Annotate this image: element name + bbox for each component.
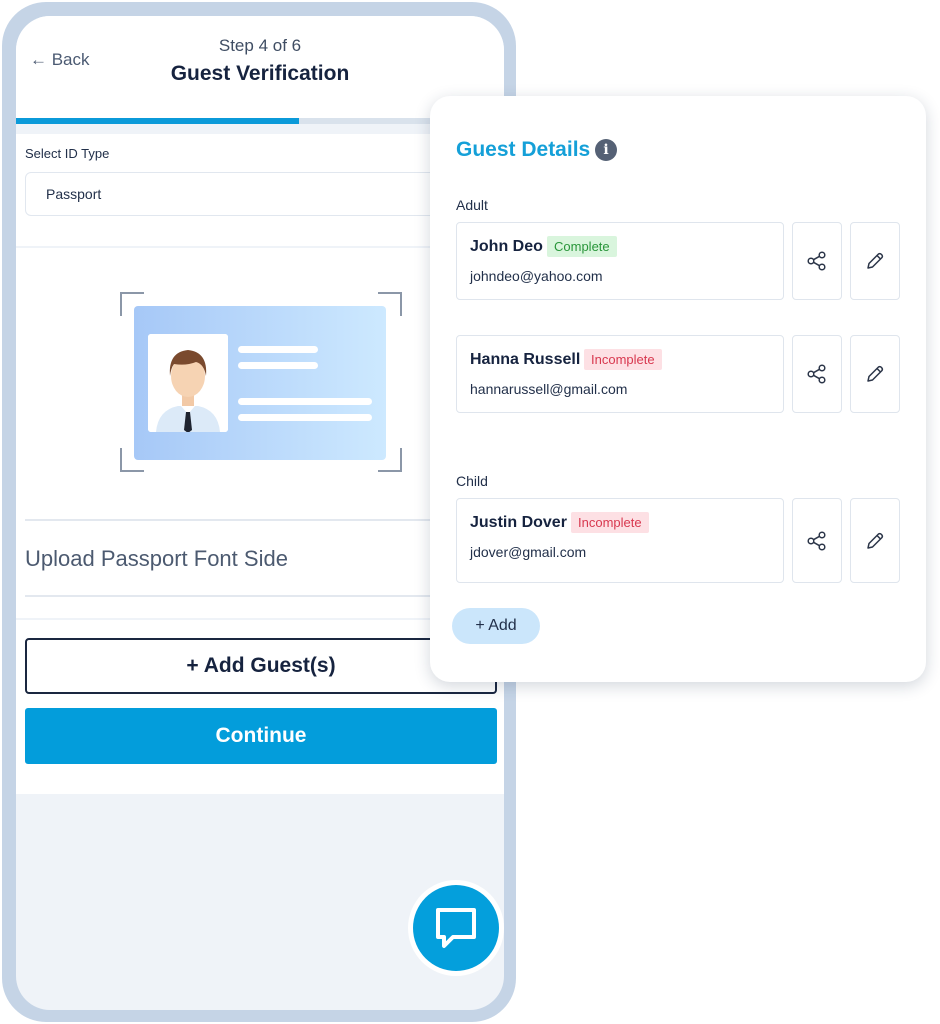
- chat-icon: [436, 908, 476, 948]
- chat-button-ring: [408, 880, 504, 976]
- progress-fill: [16, 118, 300, 124]
- card-line: [238, 346, 318, 353]
- guest-details-panel: Guest Details i Adult John Deo Complete …: [430, 96, 926, 682]
- card-line: [238, 414, 372, 421]
- share-button[interactable]: [792, 498, 842, 583]
- share-icon: [807, 530, 826, 551]
- group-label-child: Child: [456, 473, 488, 489]
- page-title: Guest Verification: [170, 62, 350, 85]
- status-badge: Incomplete: [584, 349, 662, 370]
- id-type-label: Select ID Type: [25, 146, 110, 161]
- status-badge: Incomplete: [571, 512, 649, 533]
- card-line: [238, 362, 318, 369]
- edit-icon: [867, 532, 884, 549]
- edit-button[interactable]: [850, 335, 900, 413]
- edit-icon: [867, 252, 884, 269]
- panel-title: Guest Details: [456, 138, 591, 161]
- add-guests-button[interactable]: + Add Guest(s): [25, 638, 497, 694]
- step-indicator: Step 4 of 6: [218, 36, 302, 55]
- id-type-select[interactable]: Passport: [25, 172, 455, 216]
- guest-email: hannarussell@gmail.com: [470, 381, 628, 397]
- person-avatar-icon: [148, 334, 228, 432]
- guest-card-john-deo[interactable]: John Deo Complete johndeo@yahoo.com: [456, 222, 784, 300]
- edit-button[interactable]: [850, 222, 900, 300]
- guest-card-hanna-russell[interactable]: Hanna Russell Incomplete hannarussell@gm…: [456, 335, 784, 413]
- share-button[interactable]: [792, 335, 842, 413]
- share-icon: [807, 364, 826, 384]
- app-header: ← Back Step 4 of 6 Guest Verification: [16, 16, 504, 122]
- share-icon: [807, 251, 826, 271]
- chat-button[interactable]: [413, 885, 499, 971]
- guest-email: jdover@gmail.com: [470, 544, 587, 560]
- edit-button[interactable]: [850, 498, 900, 583]
- info-icon[interactable]: i: [595, 139, 617, 161]
- group-label-adult: Adult: [456, 197, 488, 213]
- guest-name: Justin Dover: [470, 514, 567, 531]
- guest-card-justin-dover[interactable]: Justin Dover Incomplete jdover@gmail.com: [456, 498, 784, 583]
- share-button[interactable]: [792, 222, 842, 300]
- guest-name: John Deo: [470, 238, 543, 255]
- guest-email: johndeo@yahoo.com: [470, 268, 603, 284]
- status-badge: Complete: [547, 236, 617, 257]
- continue-button[interactable]: Continue: [25, 708, 497, 764]
- add-guest-button[interactable]: + Add: [452, 608, 540, 644]
- card-line: [238, 398, 372, 405]
- id-type-value: Passport: [46, 186, 102, 202]
- guest-name: Hanna Russell: [470, 351, 581, 368]
- edit-icon: [867, 365, 884, 382]
- id-card-illustration[interactable]: [134, 306, 386, 460]
- upload-label[interactable]: Upload Passport Font Side: [25, 546, 288, 572]
